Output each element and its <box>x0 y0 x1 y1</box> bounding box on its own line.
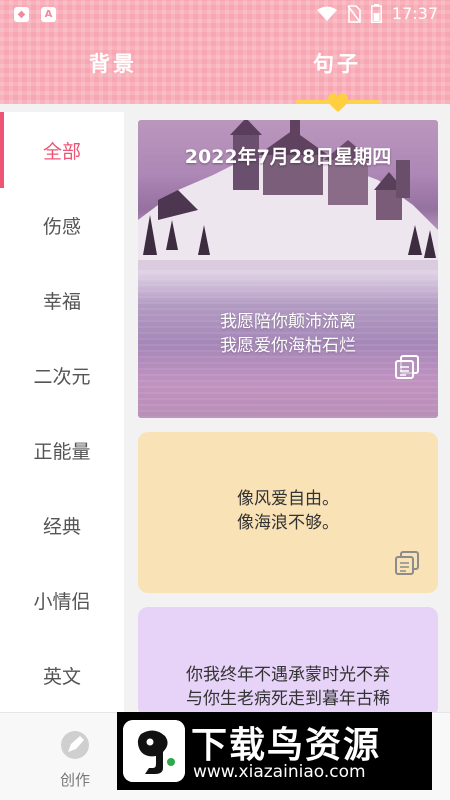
watermark-title: 下载鸟资源 <box>191 725 382 766</box>
category-sad[interactable]: 伤感 <box>0 205 124 245</box>
shield-icon: ◆ <box>14 7 29 22</box>
heart-icon <box>328 93 348 112</box>
card-sentence: 像风爱自由。 像海浪不够。 <box>237 489 339 533</box>
category-all[interactable]: 全部 <box>0 130 124 170</box>
category-sidebar: 全部 伤感 幸福 二次元 正能量 经典 小情侣 英文 <box>0 112 124 712</box>
clock: 17:37 <box>391 4 438 23</box>
status-bar: ◆ A 17:37 <box>0 0 450 32</box>
create-label: 创作 <box>59 771 90 789</box>
watermark-url: www.xiazainiao.com <box>193 762 366 782</box>
wifi-icon <box>316 6 337 21</box>
card-sentence: 你我终年不遇承蒙时光不弃 与你生老病死走到暮年古稀 <box>186 665 390 709</box>
tab-sentences[interactable]: 句子 <box>313 48 361 78</box>
sentence-card-photo[interactable]: 2022年7月28日星期四 我愿陪你颠沛流离 我愿爱你海枯石烂 <box>138 120 438 418</box>
copy-icon[interactable] <box>394 550 420 576</box>
category-happy[interactable]: 幸福 <box>0 280 124 320</box>
category-couple[interactable]: 小情侣 <box>0 580 124 620</box>
create-icon <box>61 731 89 759</box>
watermark-logo <box>123 720 185 782</box>
category-classic[interactable]: 经典 <box>0 505 124 545</box>
category-english[interactable]: 英文 <box>0 655 124 695</box>
watermark: 下载鸟资源 www.xiazainiao.com <box>117 712 432 790</box>
card-date: 2022年7月28日星期四 <box>184 146 392 168</box>
battery-icon <box>370 4 382 23</box>
app-header: ◆ A 17:37 背景 句子 <box>0 0 450 112</box>
create-button[interactable]: 创作 <box>50 729 100 790</box>
category-positive[interactable]: 正能量 <box>0 430 124 470</box>
card-sentence: 我愿陪你颠沛流离 我愿爱你海枯石烂 <box>220 312 356 356</box>
tab-background[interactable]: 背景 <box>89 48 137 78</box>
top-tabs: 背景 句子 <box>0 48 450 88</box>
sentence-card[interactable]: 像风爱自由。 像海浪不够。 <box>138 432 438 593</box>
category-anime[interactable]: 二次元 <box>0 355 124 395</box>
active-category-marker <box>0 112 4 188</box>
sentence-card[interactable]: 你我终年不遇承蒙时光不弃 与你生老病死走到暮年古稀 <box>138 607 438 717</box>
a-icon: A <box>41 7 56 22</box>
copy-icon[interactable] <box>394 354 420 380</box>
no-sim-icon <box>347 4 361 23</box>
